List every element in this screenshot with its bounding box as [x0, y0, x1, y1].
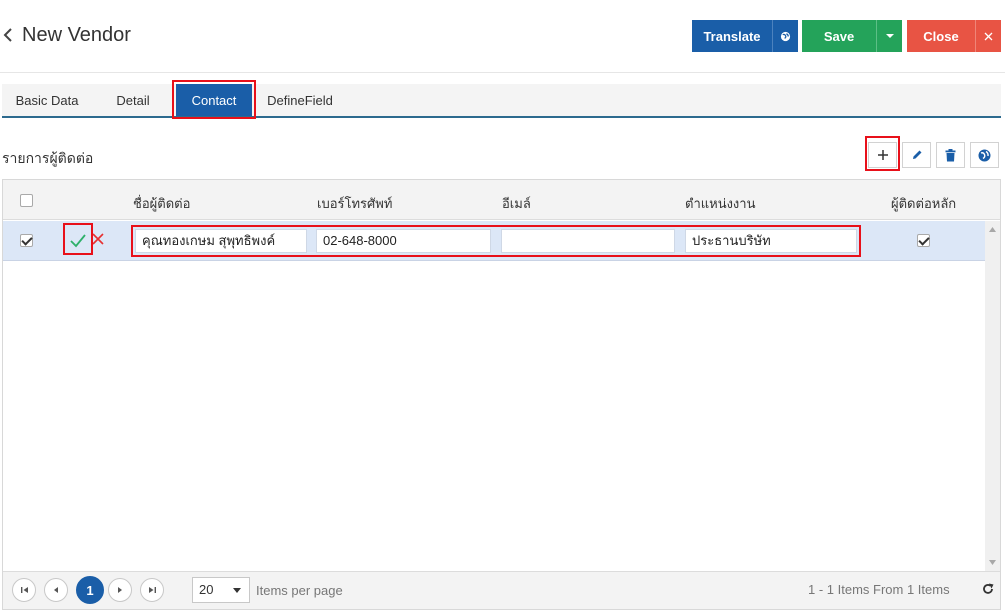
close-button[interactable]: Close	[907, 20, 975, 52]
items-per-page-label: Items per page	[256, 583, 343, 598]
pager-summary: 1 - 1 Items From 1 Items	[808, 582, 950, 597]
first-page-icon[interactable]	[12, 578, 36, 602]
prev-page-icon[interactable]	[44, 578, 68, 602]
column-header-name[interactable]: ชื่อผู้ติดต่อ	[133, 193, 190, 214]
page-size-select[interactable]: 20	[192, 577, 250, 603]
tab-contact[interactable]: Contact	[176, 84, 252, 116]
phone-input[interactable]: 02-648-8000	[316, 229, 491, 253]
close-x-icon[interactable]	[975, 20, 1001, 52]
tab-detail[interactable]: Detail	[96, 84, 170, 116]
page-number-current[interactable]: 1	[76, 576, 104, 604]
translate-globe-icon[interactable]	[772, 20, 798, 52]
confirm-check-icon[interactable]	[69, 231, 87, 249]
column-header-email[interactable]: อีเมล์	[502, 193, 531, 214]
refresh-icon[interactable]	[981, 582, 995, 596]
back-chevron-icon[interactable]	[2, 24, 16, 46]
page-size-value: 20	[199, 582, 214, 597]
position-input[interactable]: ประธานบริษัท	[685, 229, 857, 253]
select-all-checkbox[interactable]	[20, 194, 33, 207]
tab-definefield[interactable]: DefineField	[256, 84, 344, 116]
tab-underline	[2, 116, 1001, 118]
page-size-caret-icon	[233, 588, 241, 593]
column-header-position[interactable]: ตำแหน่งงาน	[685, 193, 755, 214]
row-select-checkbox[interactable]	[20, 234, 33, 247]
edit-pencil-icon[interactable]	[902, 142, 931, 168]
contact-name-input[interactable]: คุณทองเกษม สุพุทธิพงค์	[135, 229, 307, 253]
column-header-primary[interactable]: ผู้ติดต่อหลัก	[891, 193, 956, 214]
column-header-phone[interactable]: เบอร์โทรศัพท์	[317, 193, 392, 214]
next-page-icon[interactable]	[108, 578, 132, 602]
save-button[interactable]: Save	[802, 20, 876, 52]
primary-contact-checkbox[interactable]	[917, 234, 930, 247]
globe-icon[interactable]	[970, 142, 999, 168]
tab-basic-data[interactable]: Basic Data	[2, 84, 92, 116]
last-page-icon[interactable]	[140, 578, 164, 602]
cancel-x-icon[interactable]	[92, 232, 104, 245]
save-dropdown-caret-icon[interactable]	[876, 20, 902, 52]
translate-button[interactable]: Translate	[692, 20, 772, 52]
header-divider	[0, 72, 1005, 73]
vertical-scrollbar[interactable]	[985, 221, 1000, 571]
email-input[interactable]	[501, 229, 675, 253]
section-title: รายการผู้ติดต่อ	[2, 150, 94, 166]
page-title: New Vendor	[22, 24, 131, 46]
delete-trash-icon[interactable]	[936, 142, 965, 168]
add-button[interactable]	[868, 142, 897, 168]
